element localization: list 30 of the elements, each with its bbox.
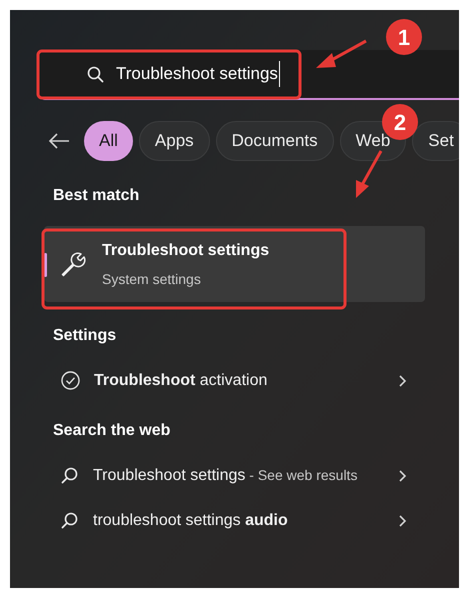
check-circle-icon bbox=[61, 371, 80, 390]
filter-tab[interactable]: All bbox=[84, 121, 133, 161]
chevron-right-icon bbox=[398, 468, 407, 482]
section-heading: Search the web bbox=[52, 421, 172, 441]
step-badge: 1 bbox=[386, 19, 422, 55]
back-arrow-icon bbox=[48, 133, 70, 149]
chevron-right-icon bbox=[398, 374, 407, 388]
result-subtitle: System settings bbox=[102, 270, 202, 289]
result-text: Troubleshoot settings - See web results bbox=[93, 466, 358, 486]
search-text: Troubleshoot settings bbox=[116, 61, 280, 87]
result-text: Troubleshoot activation bbox=[94, 371, 268, 391]
filter-tab[interactable]: Set bbox=[412, 121, 459, 161]
search-icon bbox=[61, 466, 79, 484]
result-item[interactable]: Troubleshoot activation bbox=[44, 358, 425, 403]
search-icon bbox=[87, 66, 104, 82]
pointer-arrow bbox=[316, 40, 367, 68]
pointer-arrow bbox=[356, 150, 382, 198]
best-match-item[interactable]: Troubleshoot settings System settings bbox=[44, 226, 425, 302]
search-field[interactable]: Troubleshoot settings bbox=[39, 50, 459, 100]
filter-tab[interactable]: Apps bbox=[138, 121, 210, 161]
result-item[interactable]: Troubleshoot settings - See web results bbox=[44, 453, 425, 498]
wrench-icon bbox=[60, 251, 86, 277]
section-heading: Best match bbox=[52, 186, 140, 206]
result-title: Troubleshoot settings bbox=[102, 240, 270, 260]
search-icon bbox=[61, 512, 79, 530]
result-item[interactable]: troubleshoot settings audio bbox=[44, 498, 425, 543]
section-heading: Settings bbox=[52, 326, 118, 346]
chevron-right-icon bbox=[398, 514, 407, 528]
filter-tab[interactable]: Documents bbox=[216, 121, 334, 161]
result-text: troubleshoot settings audio bbox=[93, 511, 289, 531]
